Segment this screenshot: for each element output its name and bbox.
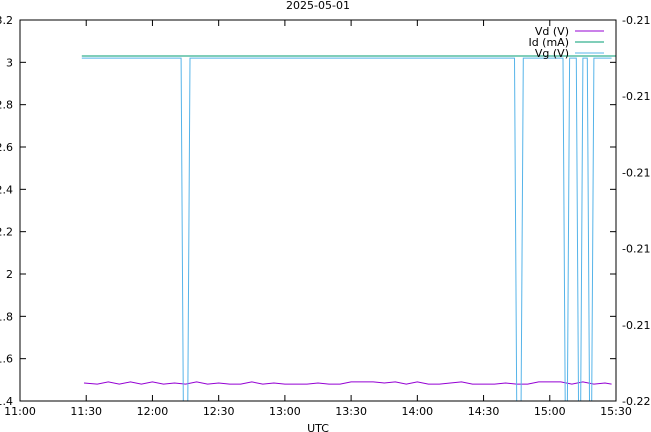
y-tick-label: 2.2 — [0, 226, 13, 239]
y-tick-label: 3 — [6, 56, 13, 69]
plot-frame — [19, 19, 617, 402]
y-tick-label: 1.6 — [0, 353, 13, 366]
y2-tick-label: -0.214 — [622, 166, 651, 179]
series-line-2 — [81, 57, 612, 402]
x-tick-label: 15:00 — [534, 405, 566, 418]
x-tick-label: 13:00 — [269, 405, 301, 418]
x-axis: 11:00 11:30 12:00 12:30 13:00 13:30 14:00 14:30… — [4, 20, 632, 418]
y2-tick-label: -0.218 — [622, 319, 651, 332]
y-tick-label: 2 — [6, 268, 13, 281]
y-tick-label: 1.8 — [0, 310, 13, 323]
series-line-0 — [83, 381, 612, 385]
legend: Vd (V)Id (mA)Vg (V) — [528, 25, 604, 60]
y-tick-label: 2.6 — [0, 141, 13, 154]
x-tick-label: 11:30 — [70, 405, 102, 418]
y-tick-label: 3.2 — [0, 14, 13, 27]
x-tick-label: 15:30 — [600, 405, 632, 418]
x-tick-label: 13:30 — [335, 405, 367, 418]
y2-tick-label: -0.216 — [622, 243, 651, 256]
legend-label: Vg (V) — [535, 47, 569, 60]
x-tick-label: 14:00 — [401, 405, 433, 418]
y2-tick-label: -0.212 — [622, 90, 651, 103]
x-tick-label: 12:00 — [137, 405, 169, 418]
plot-series — [81, 55, 616, 402]
y-tick-label: 2.4 — [0, 183, 13, 196]
y-tick-label: 2.8 — [0, 99, 13, 112]
y2-tick-label: -0.21 — [622, 14, 650, 27]
x-tick-label: 12:30 — [203, 405, 235, 418]
x-tick-label: 14:30 — [468, 405, 500, 418]
x-tick-label: 11:00 — [4, 405, 36, 418]
x-axis-label: UTC — [307, 422, 329, 432]
chart: 2025-05-01 1.41.61.822.22.42.62.833.2 -0… — [0, 0, 651, 432]
y2-axis: -0.22-0.218-0.216-0.214-0.212-0.21 — [622, 14, 651, 408]
chart-title: 2025-05-01 — [286, 0, 350, 12]
